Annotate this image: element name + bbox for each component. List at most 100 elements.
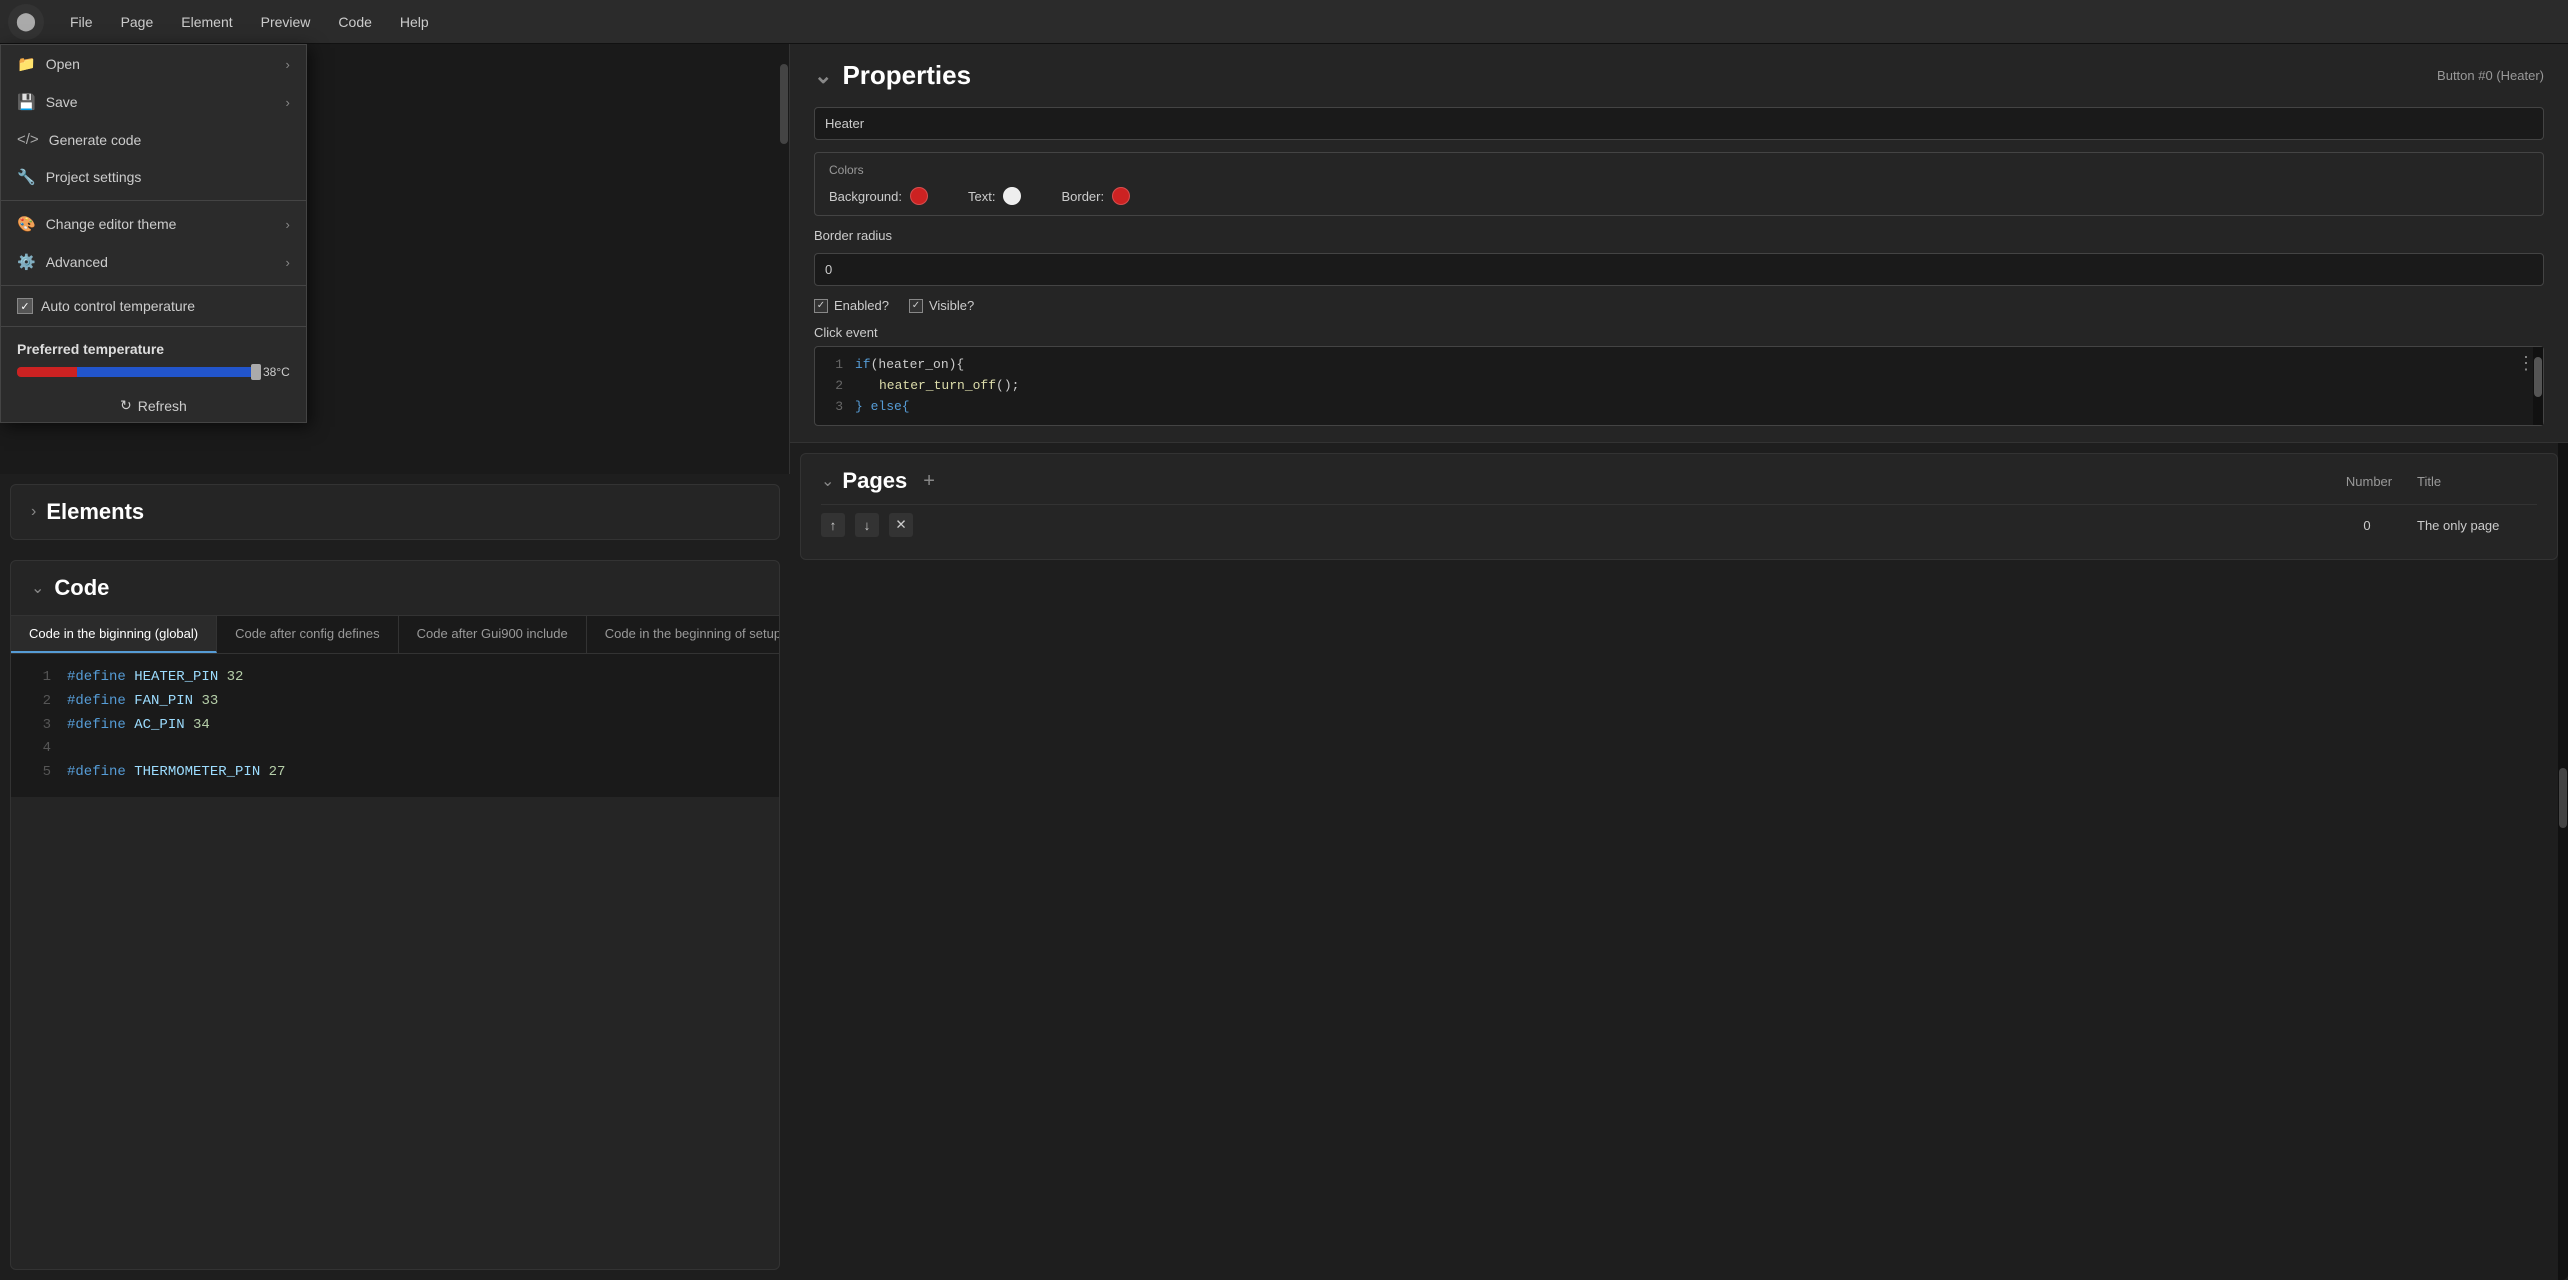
page-title-value: The only page [2417, 518, 2537, 533]
line-code-5: #define THERMOMETER_PIN 27 [67, 761, 285, 785]
pages-add-button[interactable]: + [923, 470, 935, 493]
click-line-num-3: 3 [823, 397, 843, 418]
tab-global[interactable]: Code in the biginning (global) [11, 616, 217, 653]
page-delete-button[interactable]: ✕ [889, 513, 913, 537]
tab-setup-beginning[interactable]: Code in the beginning of setup() [587, 616, 779, 653]
line-num-5: 5 [27, 761, 51, 785]
colors-group: Colors Background: Text: Border: [814, 152, 2544, 216]
enabled-label: Enabled? [834, 298, 889, 313]
code-collapse-icon[interactable]: ⌄ [31, 578, 44, 598]
text-color-label: Text: [968, 189, 995, 204]
pages-title-col-header: Title [2417, 474, 2537, 489]
visible-checkbox[interactable]: ✓ [909, 299, 923, 313]
border-color-dot[interactable] [1112, 187, 1130, 205]
change-theme-label: Change editor theme [46, 216, 177, 232]
pages-collapse-icon[interactable]: ⌄ [821, 471, 834, 491]
app-wrapper: ⬤ File Page Element Preview Code Help 📁 … [0, 0, 2568, 1280]
code-section-title: Code [54, 575, 109, 601]
advanced-label: Advanced [46, 254, 108, 270]
divider-1 [1, 200, 306, 201]
click-code-line-2: 2 heater_turn_off(); [823, 376, 2535, 397]
tab-config-defines[interactable]: Code after config defines [217, 616, 399, 653]
line-num-2: 2 [27, 690, 51, 714]
save-icon: 💾 [17, 93, 36, 111]
colors-label: Colors [829, 163, 2529, 177]
background-color-item: Background: [829, 187, 928, 205]
pages-number-col-header: Number [2329, 474, 2409, 489]
properties-subtitle: Button #0 (Heater) [2437, 68, 2544, 83]
click-line-content-2: heater_turn_off(); [855, 376, 1019, 397]
refresh-button[interactable]: ↻ Refresh [1, 389, 306, 422]
menu-code[interactable]: Code [324, 8, 385, 36]
temperature-slider-thumb[interactable] [251, 364, 261, 380]
open-arrow: › [285, 57, 289, 72]
refresh-icon: ↻ [120, 397, 132, 414]
background-color-dot[interactable] [910, 187, 928, 205]
click-code-line-3: 3 } else{ [823, 397, 2535, 418]
gear-icon: ⚙️ [17, 253, 36, 271]
checkboxes-row: ✓ Enabled? ✓ Visible? [814, 298, 2544, 313]
menu-open-item[interactable]: 📁 Open › [1, 45, 306, 83]
code-area-scrollbar-thumb[interactable] [2534, 357, 2542, 397]
page-number-value: 0 [2327, 518, 2407, 533]
line-code-1: #define HEATER_PIN 32 [67, 666, 243, 690]
line-num-1: 1 [27, 666, 51, 690]
pages-title: Pages [842, 468, 907, 494]
click-event-code[interactable]: 1 if(heater_on){ 2 heater_turn_off(); [814, 346, 2544, 426]
menu-generate-code-item[interactable]: </> Generate code [1, 121, 306, 158]
enabled-check[interactable]: ✓ Enabled? [814, 298, 889, 313]
menu-preview[interactable]: Preview [247, 8, 325, 36]
click-line-content-3: } else{ [855, 397, 910, 418]
menu-element[interactable]: Element [167, 8, 246, 36]
tab-gui900-include[interactable]: Code after Gui900 include [399, 616, 587, 653]
wrench-icon: 🔧 [17, 168, 36, 186]
menu-help[interactable]: Help [386, 8, 443, 36]
border-color-item: Border: [1061, 187, 1130, 205]
menu-file[interactable]: File [56, 8, 107, 36]
auto-control-temperature-item[interactable]: ✓ Auto control temperature [1, 290, 306, 322]
properties-collapse-icon[interactable]: ⌄ [814, 63, 832, 89]
page-down-button[interactable]: ↓ [855, 513, 879, 537]
menu-save-item[interactable]: 💾 Save › [1, 83, 306, 121]
canvas-scrollbar-thumb[interactable] [780, 64, 788, 144]
open-label: Open [46, 56, 80, 72]
enabled-checkbox[interactable]: ✓ [814, 299, 828, 313]
palette-icon: 🎨 [17, 215, 36, 233]
border-radius-input[interactable] [814, 253, 2544, 286]
click-line-content-1: if(heater_on){ [855, 355, 964, 376]
save-label: Save [46, 94, 78, 110]
folder-icon: 📁 [17, 55, 36, 73]
temperature-slider-row: 38°C [17, 365, 290, 379]
line-num-3: 3 [27, 714, 51, 738]
properties-header: ⌄ Properties Button #0 (Heater) [814, 60, 2544, 91]
visible-check[interactable]: ✓ Visible? [909, 298, 974, 313]
editor-line-2: 2 #define FAN_PIN 33 [27, 690, 763, 714]
pages-header: ⌄ Pages + Number Title [821, 468, 2537, 494]
theme-arrow: › [285, 217, 289, 232]
divider-2 [1, 285, 306, 286]
menu-change-theme-item[interactable]: 🎨 Change editor theme › [1, 205, 306, 243]
properties-panel: ⌄ Properties Button #0 (Heater) Colors B… [790, 44, 2568, 443]
properties-title-group: ⌄ Properties [814, 60, 971, 91]
temperature-value: 38°C [263, 365, 290, 379]
canvas-scrollbar [779, 44, 789, 474]
content-area: He › Elements ⌄ Code Co [0, 44, 2568, 1280]
advanced-arrow: › [285, 255, 289, 270]
text-color-dot[interactable] [1003, 187, 1021, 205]
elements-collapse-icon[interactable]: › [31, 503, 36, 521]
menu-advanced-item[interactable]: ⚙️ Advanced › [1, 243, 306, 281]
page-up-button[interactable]: ↑ [821, 513, 845, 537]
editor-line-4: 4 [27, 737, 763, 761]
elements-header: › Elements [31, 499, 759, 525]
properties-name-input[interactable] [814, 107, 2544, 140]
editor-line-5: 5 #define THERMOMETER_PIN 27 [27, 761, 763, 785]
app-logo: ⬤ [8, 4, 44, 40]
elements-title: Elements [46, 499, 144, 525]
file-dropdown: 📁 Open › 💾 Save › </> Generate code 🔧 Pr… [0, 44, 307, 423]
menubar: ⬤ File Page Element Preview Code Help [0, 0, 2568, 44]
menu-project-settings-item[interactable]: 🔧 Project settings [1, 158, 306, 196]
auto-control-checkbox[interactable]: ✓ [17, 298, 33, 314]
code-section-header: ⌄ Code [11, 561, 779, 616]
menu-page[interactable]: Page [107, 8, 168, 36]
temperature-slider-track[interactable] [17, 367, 257, 377]
